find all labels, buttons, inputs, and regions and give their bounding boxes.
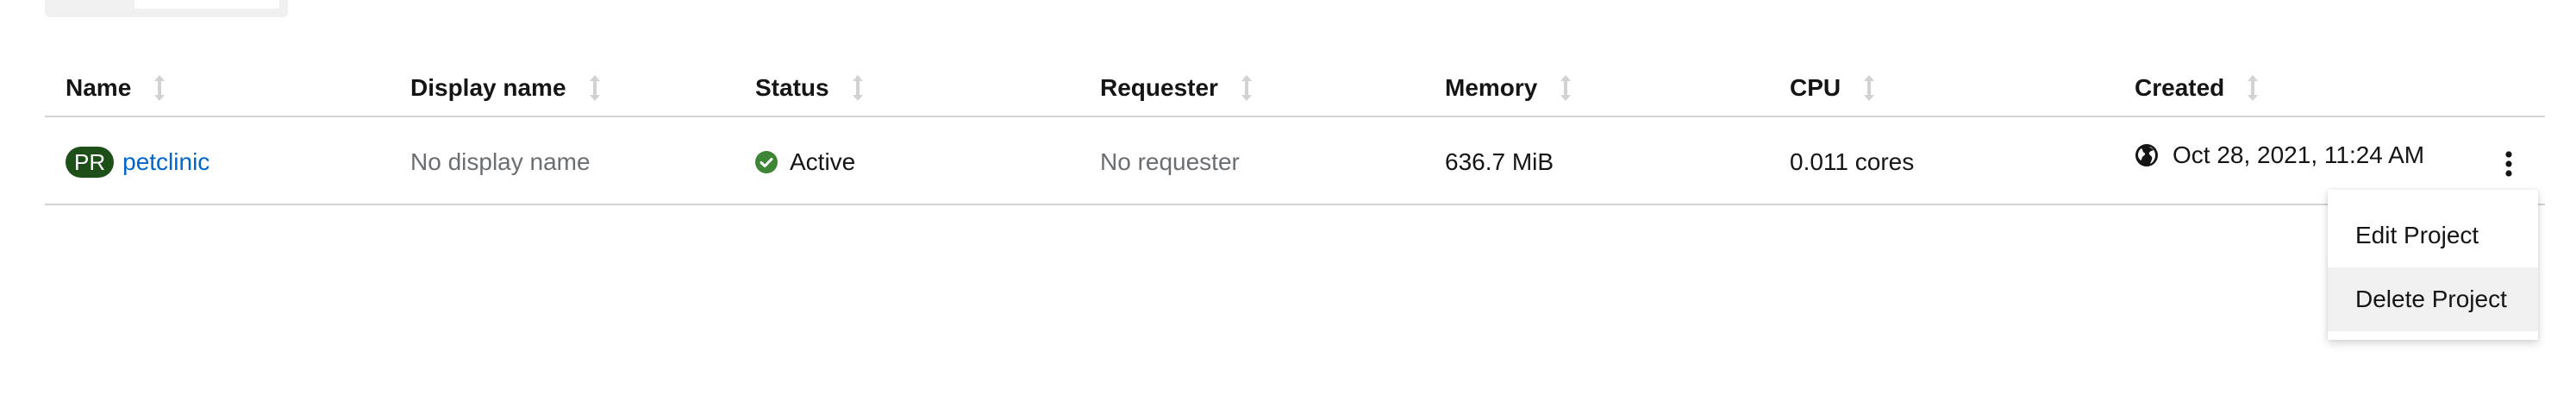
column-header-label: Created: [2135, 74, 2225, 101]
column-header-status[interactable]: Status: [755, 69, 864, 107]
column-header-name[interactable]: Name: [66, 69, 166, 107]
column-header-requester[interactable]: Requester: [1100, 69, 1253, 107]
column-header-cpu[interactable]: CPU: [1790, 69, 1875, 107]
view-toggle-option[interactable]: [134, 0, 279, 9]
cell-created: Oct 28, 2021, 11:24 AM: [2135, 136, 2424, 174]
table-header: Name Display name Status Requester Memor…: [45, 60, 2545, 117]
column-header-memory[interactable]: Memory: [1445, 69, 1572, 107]
cell-name: PR petclinic: [66, 143, 209, 181]
column-header-display-name[interactable]: Display name: [410, 69, 601, 107]
cell-memory: 636.7 MiB: [1445, 148, 1554, 175]
cell-requester: No requester: [1100, 148, 1240, 175]
row-actions-menu: Edit Project Delete Project: [2328, 190, 2538, 340]
delete-project-menu-item[interactable]: Delete Project: [2328, 267, 2538, 331]
sort-icon: [153, 75, 166, 101]
sort-icon: [1863, 75, 1875, 101]
project-name-link[interactable]: petclinic: [122, 148, 209, 176]
column-header-label: Status: [755, 74, 829, 101]
column-header-label: Display name: [410, 74, 566, 101]
row-actions-kebab[interactable]: [2492, 140, 2526, 192]
column-header-created[interactable]: Created: [2135, 69, 2259, 107]
status-text: Active: [790, 148, 856, 175]
column-header-label: Memory: [1445, 74, 1538, 101]
sort-icon: [852, 75, 864, 101]
cell-cpu: 0.011 cores: [1790, 148, 1915, 175]
check-circle-icon: [755, 151, 778, 173]
sort-icon: [1241, 75, 1253, 101]
projects-page: Name Display name Status Requester Memor…: [0, 0, 2576, 402]
view-toggle-group: [45, 0, 288, 17]
edit-project-menu-item[interactable]: Edit Project: [2328, 204, 2538, 267]
cell-status: Active: [755, 143, 855, 181]
project-resource-badge: PR: [66, 147, 115, 178]
projects-table: Name Display name Status Requester Memor…: [45, 60, 2545, 205]
table-row: PR petclinic No display name Active No r…: [45, 117, 2545, 205]
kebab-menu-icon: [2505, 150, 2512, 181]
sort-icon: [2247, 75, 2259, 101]
created-timestamp: Oct 28, 2021, 11:24 AM: [2173, 141, 2425, 168]
sort-icon: [589, 75, 601, 101]
sort-icon: [1560, 75, 1572, 101]
column-header-label: CPU: [1790, 74, 1841, 101]
cell-display-name: No display name: [410, 148, 591, 175]
globe-icon: [2135, 143, 2159, 167]
column-header-label: Name: [66, 74, 132, 101]
column-header-label: Requester: [1100, 74, 1218, 101]
